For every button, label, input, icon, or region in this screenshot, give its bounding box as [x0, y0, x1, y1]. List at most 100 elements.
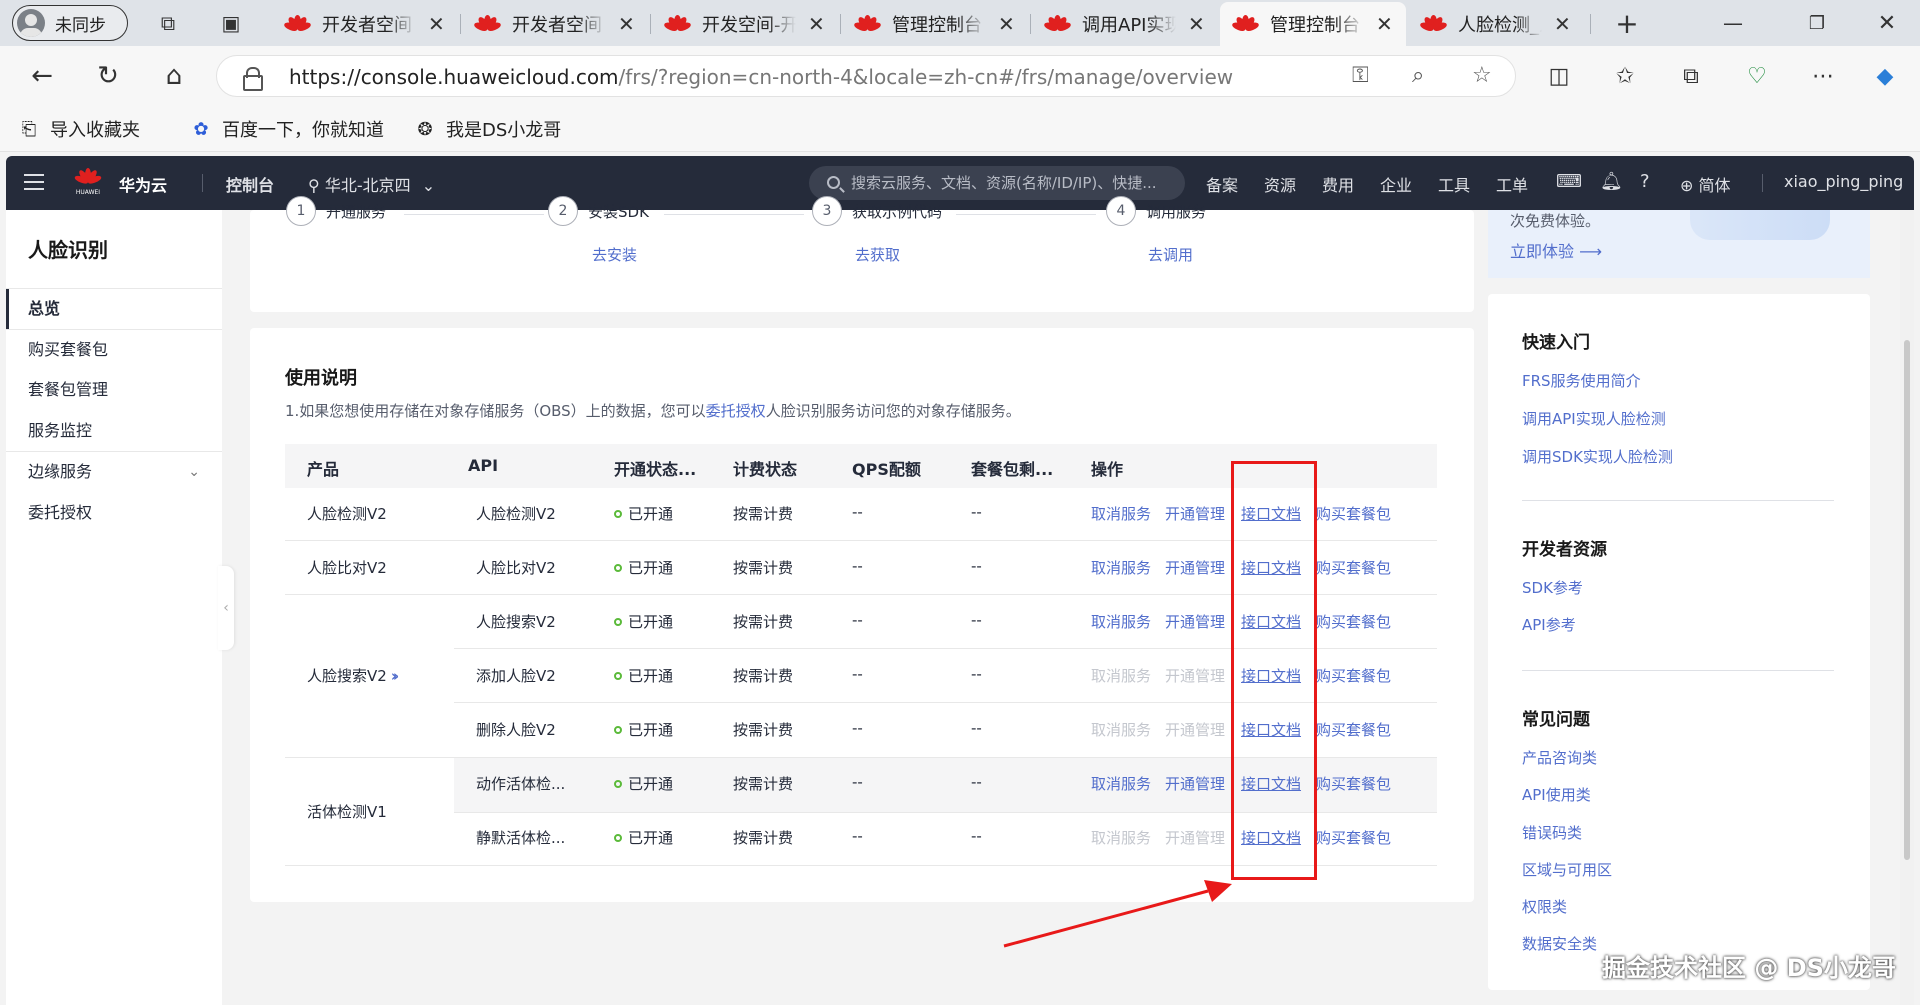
faq-link[interactable]: API使用类 — [1522, 784, 1591, 805]
chevron-left-icon: ‹ — [223, 600, 229, 616]
tab-actions-icon[interactable]: ▣ — [218, 10, 244, 36]
faq-link[interactable]: 错误码类 — [1522, 822, 1582, 843]
menu-beian[interactable]: 备案 — [1206, 172, 1238, 196]
collections-icon[interactable]: ⧉ — [1676, 61, 1706, 91]
close-tab-icon[interactable]: ✕ — [808, 12, 825, 36]
dev-resource-link[interactable]: SDK参考 — [1522, 577, 1583, 598]
delegation-link[interactable]: 委托授权 — [706, 402, 766, 420]
buy-package-link[interactable]: 购买套餐包 — [1316, 665, 1391, 686]
profile-button[interactable]: 未同步 — [12, 5, 128, 41]
new-tab-icon[interactable]: + — [1614, 7, 1640, 40]
close-tab-icon[interactable]: ✕ — [428, 12, 445, 36]
cloud-shell-icon[interactable]: ⌨ — [1556, 171, 1582, 192]
page-scrollbar[interactable] — [1900, 210, 1914, 1005]
menu-billing[interactable]: 费用 — [1322, 172, 1354, 196]
sidebar-item-buy-package[interactable]: 购买套餐包 — [6, 330, 222, 370]
col-package[interactable]: 套餐包剩... — [971, 456, 1053, 480]
tab-7[interactable]: 人脸检测_人 ✕ — [1408, 2, 1588, 46]
tab-2[interactable]: 开发者空间 ✕ — [462, 2, 648, 46]
product-cell[interactable]: 人脸搜索V2 ›› — [307, 665, 400, 686]
restore-icon[interactable]: ❐ — [1804, 10, 1830, 36]
quick-start-link[interactable]: 调用API实现人脸检测 — [1522, 408, 1666, 429]
console-search-input[interactable]: 搜索云服务、文档、资源(名称/ID/IP)、快捷... — [809, 166, 1185, 200]
faq-link[interactable]: 区域与可用区 — [1522, 859, 1612, 880]
tab-1[interactable]: 开发者空间 ✕ — [272, 2, 458, 46]
close-tab-icon[interactable]: ✕ — [1376, 12, 1393, 36]
buy-package-link[interactable]: 购买套餐包 — [1316, 827, 1391, 848]
buy-package-link[interactable]: 购买套餐包 — [1316, 773, 1391, 794]
menu-resources[interactable]: 资源 — [1264, 172, 1296, 196]
collapse-sidebar-button[interactable]: ‹ — [218, 566, 234, 650]
zoom-icon[interactable]: ⌕ — [1412, 63, 1424, 88]
quick-start-link[interactable]: 调用SDK实现人脸检测 — [1522, 446, 1673, 467]
call-service-link[interactable]: 去调用 — [1148, 244, 1193, 265]
buy-package-link[interactable]: 购买套餐包 — [1316, 719, 1391, 740]
brand-name[interactable]: 华为云 — [119, 172, 167, 196]
tab-5[interactable]: 调用API实现 ✕ — [1032, 2, 1218, 46]
buy-package-link[interactable]: 购买套餐包 — [1316, 611, 1391, 632]
faq-link[interactable]: 产品咨询类 — [1522, 747, 1597, 768]
menu-tools[interactable]: 工具 — [1438, 172, 1470, 196]
bookmark-bar: ⎗ 导入收藏夹 ✿ 百度一下，你就知道 ❂ 我是DS小龙哥 — [0, 106, 1920, 152]
menu-tickets[interactable]: 工单 — [1496, 172, 1528, 196]
manage-link[interactable]: 开通管理 — [1165, 773, 1225, 794]
buy-package-link[interactable]: 购买套餐包 — [1316, 503, 1391, 524]
copilot-icon[interactable]: ◆ — [1870, 61, 1900, 91]
bookmark-import[interactable]: ⎗ 导入收藏夹 — [18, 116, 140, 142]
console-link[interactable]: 控制台 — [226, 172, 274, 196]
dev-resource-link[interactable]: API参考 — [1522, 614, 1576, 635]
key-icon[interactable]: ⚿ — [1352, 63, 1369, 88]
faq-link[interactable]: 权限类 — [1522, 896, 1567, 917]
close-tab-icon[interactable]: ✕ — [618, 12, 635, 36]
manage-link[interactable]: 开通管理 — [1165, 611, 1225, 632]
menu-icon[interactable] — [24, 174, 44, 190]
get-sample-code-link[interactable]: 去获取 — [855, 244, 900, 265]
buy-package-link[interactable]: 购买套餐包 — [1316, 557, 1391, 578]
tab-6-active[interactable]: 管理控制台 ✕ — [1220, 2, 1406, 46]
more-icon[interactable]: ⋯ — [1808, 61, 1838, 91]
sidebar-item-monitoring[interactable]: 服务监控 — [6, 411, 222, 451]
close-tab-icon[interactable]: ✕ — [1188, 12, 1205, 36]
close-tab-icon[interactable]: ✕ — [998, 12, 1015, 36]
huawei-favicon-icon — [283, 14, 312, 34]
home-icon[interactable]: ⌂ — [158, 60, 190, 92]
close-tab-icon[interactable]: ✕ — [1554, 12, 1571, 36]
cancel-service-link[interactable]: 取消服务 — [1091, 557, 1151, 578]
tab-4[interactable]: 管理控制台 ✕ — [842, 2, 1028, 46]
manage-link[interactable]: 开通管理 — [1165, 557, 1225, 578]
cancel-service-link[interactable]: 取消服务 — [1091, 611, 1151, 632]
favorite-star-icon[interactable]: ☆ — [1472, 63, 1492, 88]
bookmark-ds[interactable]: ❂ 我是DS小龙哥 — [414, 116, 561, 142]
url-input[interactable]: https://console.huaweicloud.com/frs/?reg… — [216, 55, 1516, 97]
help-icon[interactable]: ? — [1640, 171, 1650, 192]
refresh-icon[interactable]: ↻ — [92, 60, 124, 92]
username[interactable]: xiao_ping_ping — [1784, 172, 1903, 191]
cancel-service-link[interactable]: 取消服务 — [1091, 503, 1151, 524]
workspaces-icon[interactable]: ⧉ — [155, 10, 181, 36]
favorites-icon[interactable]: ✩ — [1610, 61, 1640, 91]
language-selector[interactable]: ⊕ 简体 — [1680, 172, 1731, 196]
browser-essentials-icon[interactable]: ♡ — [1742, 61, 1772, 91]
col-status[interactable]: 开通状态... — [614, 456, 696, 480]
bell-icon[interactable]: 🔔︎ — [1600, 171, 1623, 192]
bookmark-baidu[interactable]: ✿ 百度一下，你就知道 — [190, 116, 384, 142]
faq-link[interactable]: 数据安全类 — [1522, 933, 1597, 954]
tab-3[interactable]: 开发空间-开 ✕ — [652, 2, 838, 46]
sidebar-item-package-management[interactable]: 套餐包管理 — [6, 370, 222, 410]
try-now-link[interactable]: 立即体验 ⟶ — [1510, 238, 1602, 262]
back-icon[interactable]: ← — [26, 60, 58, 92]
scrollbar-thumb[interactable] — [1904, 340, 1910, 860]
install-sdk-link[interactable]: 去安装 — [592, 244, 637, 265]
minimize-icon[interactable]: — — [1720, 10, 1746, 36]
huawei-logo-icon[interactable]: HUAWEI — [72, 166, 104, 198]
quick-start-link[interactable]: FRS服务使用简介 — [1522, 370, 1641, 391]
cancel-service-link[interactable]: 取消服务 — [1091, 773, 1151, 794]
region-selector[interactable]: ⚲ 华北-北京四 ⌄ — [308, 172, 435, 196]
sidebar-item-delegation[interactable]: 委托授权 — [6, 493, 222, 533]
sidebar-item-overview[interactable]: 总览 — [6, 289, 222, 329]
sidebar-item-edge-service[interactable]: 边缘服务 ⌄ — [6, 452, 222, 492]
close-window-icon[interactable]: ✕ — [1874, 10, 1900, 36]
split-screen-icon[interactable]: ◫ — [1544, 61, 1574, 91]
menu-enterprise[interactable]: 企业 — [1380, 172, 1412, 196]
manage-link[interactable]: 开通管理 — [1165, 503, 1225, 524]
